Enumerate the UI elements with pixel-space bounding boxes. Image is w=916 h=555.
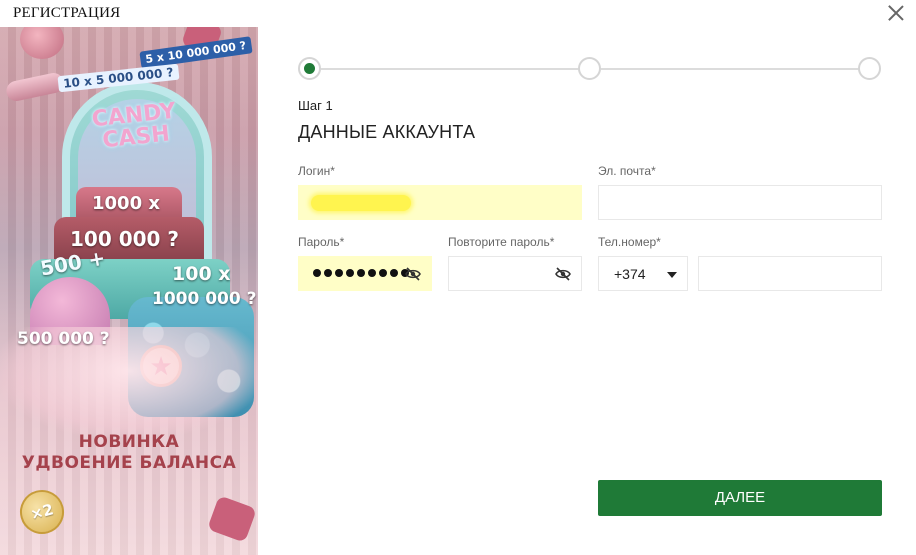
eye-slash-icon[interactable] bbox=[405, 267, 421, 281]
promo-line-1: НОВИНКА bbox=[78, 432, 180, 452]
password-repeat-label: Повторите пароль* bbox=[448, 235, 555, 249]
phone-input[interactable] bbox=[699, 257, 881, 290]
password-mask-dot bbox=[357, 269, 365, 277]
password-mask-dot bbox=[379, 269, 387, 277]
stepper-line bbox=[601, 68, 859, 70]
stepper-line bbox=[321, 68, 579, 70]
next-button[interactable]: ДАЛЕЕ bbox=[598, 480, 882, 516]
login-field[interactable] bbox=[298, 185, 582, 220]
password-label: Пароль* bbox=[298, 235, 345, 249]
email-label: Эл. почта* bbox=[598, 164, 656, 178]
password-mask-dot bbox=[390, 269, 398, 277]
phone-field[interactable] bbox=[698, 256, 882, 291]
promo-banner: CANDY CASH ★ 5 x 10 000 000 ? 10 x 5 000… bbox=[0, 27, 258, 555]
password-field[interactable] bbox=[298, 256, 432, 291]
prize-badge: 1000 000 ? bbox=[152, 289, 257, 309]
email-input[interactable] bbox=[599, 186, 881, 219]
password-mask-dot bbox=[368, 269, 376, 277]
prize-badge: 100 x bbox=[172, 263, 231, 285]
email-field[interactable] bbox=[598, 185, 882, 220]
password-repeat-field[interactable] bbox=[448, 256, 582, 291]
promo-headline: НОВИНКА УДВОЕНИЕ БАЛАНСА bbox=[0, 432, 258, 474]
eye-slash-icon[interactable] bbox=[555, 267, 571, 281]
title-bar: РЕГИСТРАЦИЯ bbox=[0, 0, 916, 27]
step-1-indicator bbox=[298, 57, 321, 80]
password-mask-dot bbox=[313, 269, 321, 277]
prize-badge: 500 000 ? bbox=[17, 329, 110, 349]
country-code-select[interactable]: +374 bbox=[598, 256, 688, 291]
chevron-down-icon bbox=[667, 272, 677, 278]
password-mask bbox=[313, 269, 409, 280]
login-label: Логин* bbox=[298, 164, 335, 178]
candy-cash-logo: CANDY CASH bbox=[90, 98, 177, 154]
prize-badge: 1000 x bbox=[92, 193, 160, 214]
password-mask-dot bbox=[324, 269, 332, 277]
step-label: Шаг 1 bbox=[298, 98, 333, 113]
step-2-indicator bbox=[578, 57, 601, 80]
section-title: ДАННЫЕ АККАУНТА bbox=[298, 122, 476, 142]
promo-line-2: УДВОЕНИЕ БАЛАНСА bbox=[21, 453, 237, 473]
step-3-indicator bbox=[858, 57, 881, 80]
window-title: РЕГИСТРАЦИЯ bbox=[13, 5, 121, 21]
close-icon[interactable] bbox=[886, 3, 906, 23]
password-mask-dot bbox=[346, 269, 354, 277]
country-code-value: +374 bbox=[614, 266, 646, 282]
phone-label: Тел.номер* bbox=[598, 235, 661, 249]
login-value-redacted bbox=[311, 195, 411, 211]
password-mask-dot bbox=[335, 269, 343, 277]
